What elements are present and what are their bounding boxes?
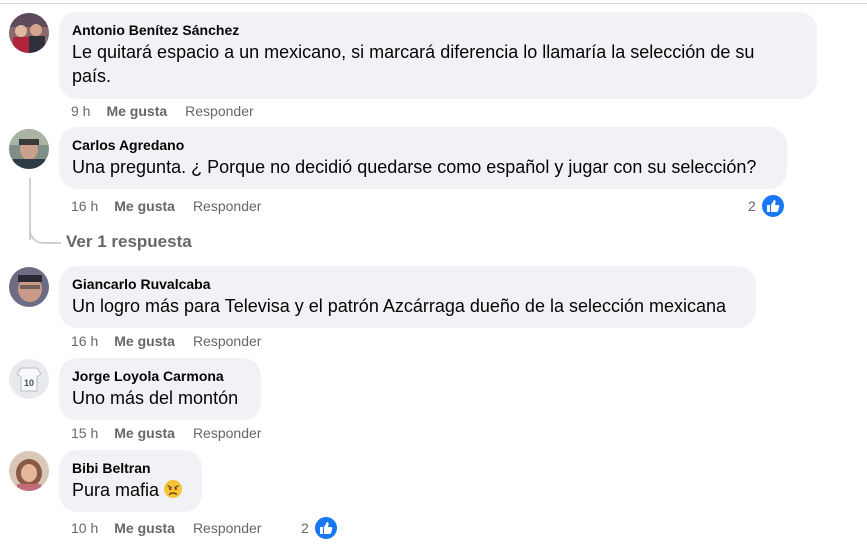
- reply-button[interactable]: Responder: [193, 333, 262, 349]
- comment-actions: 16 h Me gusta Responder: [71, 333, 261, 349]
- view-replies-link[interactable]: Ver 1 respuesta: [66, 232, 192, 252]
- reaction-count: 2: [301, 520, 309, 536]
- reaction-count: 2: [748, 198, 756, 214]
- avatar[interactable]: [9, 129, 49, 169]
- like-button[interactable]: Me gusta: [114, 198, 175, 214]
- comment-text: Le quitará espacio a un mexicano, si mar…: [72, 42, 755, 62]
- comment-actions: 9 h Me gusta Responder: [71, 103, 254, 119]
- comment-time[interactable]: 16 h: [71, 333, 98, 349]
- comment-author[interactable]: Jorge Loyola Carmona: [72, 368, 248, 384]
- avatar[interactable]: [9, 451, 49, 491]
- comment-text: Pura mafia: [72, 478, 189, 505]
- comment-text: país.: [72, 66, 112, 86]
- comment-text: Uno más del montón: [72, 388, 239, 408]
- comment-actions: 16 h Me gusta Responder: [71, 198, 261, 214]
- comment-actions: 10 h Me gusta Responder: [71, 520, 261, 536]
- comment-bubble: Bibi Beltran Pura mafia: [59, 450, 202, 512]
- reaction-summary[interactable]: 2: [748, 194, 785, 218]
- comment-author[interactable]: Giancarlo Ruvalcaba: [72, 276, 743, 292]
- thumbs-up-icon: [760, 194, 785, 218]
- thread-connector: [29, 222, 61, 244]
- thumbs-up-icon: [313, 516, 338, 540]
- comment-time[interactable]: 16 h: [71, 198, 98, 214]
- comment-author[interactable]: Bibi Beltran: [72, 460, 189, 476]
- comment-actions: 15 h Me gusta Responder: [71, 425, 261, 441]
- avatar[interactable]: [9, 13, 49, 53]
- like-button[interactable]: Me gusta: [106, 103, 167, 119]
- angry-face-emoji-icon: [163, 479, 183, 505]
- divider: [0, 3, 867, 4]
- comment-text: Una pregunta. ¿ Porque no decidió quedar…: [72, 157, 757, 177]
- comment-bubble: Antonio Benítez Sánchez Le quitará espac…: [59, 12, 817, 99]
- reply-button[interactable]: Responder: [193, 198, 262, 214]
- comment-bubble: Giancarlo Ruvalcaba Un logro más para Te…: [59, 266, 756, 328]
- comment-author[interactable]: Carlos Agredano: [72, 137, 774, 153]
- reply-button[interactable]: Responder: [193, 425, 262, 441]
- reaction-summary[interactable]: 2: [301, 516, 338, 540]
- like-button[interactable]: Me gusta: [114, 520, 175, 536]
- avatar[interactable]: [9, 267, 49, 307]
- comment-time[interactable]: 9 h: [71, 103, 90, 119]
- svg-text:10: 10: [24, 378, 34, 388]
- comment-bubble: Jorge Loyola Carmona Uno más del montón: [59, 358, 261, 420]
- comment-text: Un logro más para Televisa y el patrón A…: [72, 296, 727, 316]
- like-button[interactable]: Me gusta: [114, 425, 175, 441]
- comment-time[interactable]: 10 h: [71, 520, 98, 536]
- comment-time[interactable]: 15 h: [71, 425, 98, 441]
- reply-button[interactable]: Responder: [193, 520, 262, 536]
- avatar[interactable]: 10: [9, 359, 49, 399]
- reply-button[interactable]: Responder: [185, 103, 254, 119]
- comment-text-content: Pura mafia: [72, 480, 160, 500]
- comment-author[interactable]: Antonio Benítez Sánchez: [72, 22, 804, 38]
- like-button[interactable]: Me gusta: [114, 333, 175, 349]
- comment-bubble: Carlos Agredano Una pregunta. ¿ Porque n…: [59, 127, 787, 189]
